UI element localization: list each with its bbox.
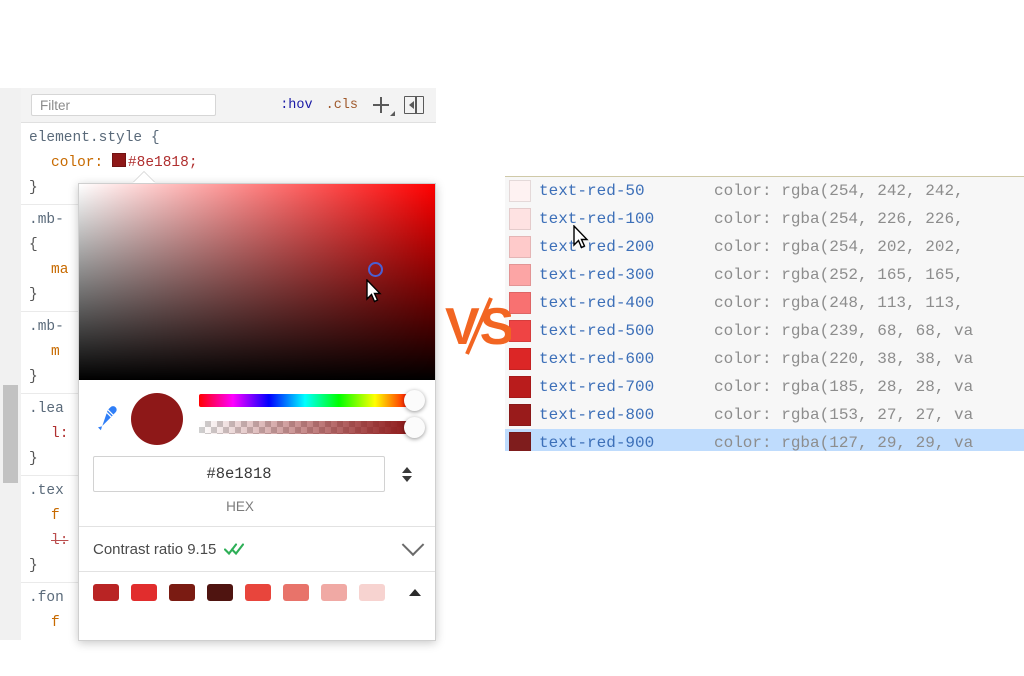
- filter-placeholder: Filter: [40, 98, 70, 113]
- mouse-cursor-icon-list: [573, 225, 590, 251]
- class-name: text-red-100: [539, 210, 714, 228]
- hue-slider[interactable]: [199, 392, 421, 408]
- vertical-scrollbar-thumb[interactable]: [3, 385, 18, 483]
- hue-slider-track[interactable]: [199, 394, 411, 407]
- class-color-swatch: [509, 432, 531, 451]
- class-declaration: color: rgba(254, 226, 226,: [714, 210, 964, 228]
- class-color-swatch: [509, 348, 531, 370]
- saturation-value-handle[interactable]: [368, 262, 383, 277]
- palette-swatch[interactable]: [245, 584, 271, 601]
- palette-swatch[interactable]: [359, 584, 385, 601]
- contrast-ratio-label: Contrast ratio 9.15: [93, 541, 216, 558]
- list-item-selected[interactable]: text-red-900 color: rgba(127, 29, 29, va: [505, 429, 1024, 451]
- alpha-slider[interactable]: [199, 419, 421, 435]
- class-declaration: color: rgba(185, 28, 28, va: [714, 378, 973, 396]
- hue-slider-knob[interactable]: [404, 390, 425, 411]
- mouse-cursor-icon: [366, 279, 383, 305]
- class-color-swatch: [509, 320, 531, 342]
- hex-input[interactable]: #8e1818: [93, 456, 385, 492]
- color-preview-swatch: [131, 393, 183, 445]
- palette-swatch[interactable]: [169, 584, 195, 601]
- declaration-color[interactable]: color: #8e1818;: [29, 151, 436, 176]
- class-name: text-red-700: [539, 378, 714, 396]
- palette-swatch[interactable]: [207, 584, 233, 601]
- list-item[interactable]: text-red-800 color: rgba(153, 27, 27, va: [505, 401, 1024, 429]
- styles-toolbar: Filter :hov .cls: [21, 88, 436, 123]
- list-item[interactable]: text-red-300 color: rgba(252, 165, 165,: [505, 261, 1024, 289]
- class-declaration: color: rgba(248, 113, 113,: [714, 294, 964, 312]
- class-declaration: color: rgba(239, 68, 68, va: [714, 322, 973, 340]
- filter-input[interactable]: Filter: [31, 94, 216, 116]
- picker-controls: [79, 380, 435, 450]
- chevron-down-icon[interactable]: [402, 533, 425, 556]
- sidebar-toggle-icon[interactable]: [404, 96, 424, 114]
- palette-swatch-row: [79, 572, 435, 601]
- class-name: text-red-800: [539, 406, 714, 424]
- vs-badge: VS: [443, 294, 511, 356]
- list-item[interactable]: text-red-500 color: rgba(239, 68, 68, va: [505, 317, 1024, 345]
- class-name: text-red-500: [539, 322, 714, 340]
- class-color-swatch: [509, 180, 531, 202]
- autocomplete-class-list[interactable]: text-red-50 color: rgba(254, 242, 242, t…: [505, 176, 1024, 451]
- class-color-swatch: [509, 292, 531, 314]
- color-picker-popup: #8e1818 HEX Contrast ratio 9.15: [78, 183, 436, 641]
- saturation-value-area[interactable]: [79, 184, 435, 380]
- class-declaration: color: rgba(252, 165, 165,: [714, 266, 964, 284]
- alpha-slider-knob[interactable]: [404, 417, 425, 438]
- palette-swatch[interactable]: [321, 584, 347, 601]
- class-declaration: color: rgba(254, 242, 242,: [714, 182, 964, 200]
- class-color-swatch: [509, 236, 531, 258]
- alpha-slider-track[interactable]: [199, 421, 411, 434]
- class-name: text-red-300: [539, 266, 714, 284]
- class-name: text-red-600: [539, 350, 714, 368]
- declaration-property: color:: [51, 155, 103, 171]
- color-format-label: HEX: [79, 492, 401, 526]
- caret-up-icon[interactable]: [409, 589, 421, 596]
- class-name: text-red-900: [539, 434, 714, 451]
- toggle-element-classes-button[interactable]: .cls: [326, 98, 358, 113]
- class-name: text-red-50: [539, 182, 714, 200]
- class-declaration: color: rgba(254, 202, 202,: [714, 238, 964, 256]
- declaration-value[interactable]: #8e1818;: [128, 155, 198, 171]
- spinner-down-icon[interactable]: [402, 476, 412, 482]
- palette-swatch[interactable]: [283, 584, 309, 601]
- class-name: text-red-400: [539, 294, 714, 312]
- palette-swatch[interactable]: [93, 584, 119, 601]
- panel-gutter: [0, 88, 22, 640]
- class-color-swatch: [509, 208, 531, 230]
- class-declaration: color: rgba(220, 38, 38, va: [714, 350, 973, 368]
- toggle-pseudo-states-button[interactable]: :hov: [280, 98, 312, 113]
- double-check-icon: [224, 542, 246, 556]
- list-item[interactable]: text-red-700 color: rgba(185, 28, 28, va: [505, 373, 1024, 401]
- class-color-swatch: [509, 264, 531, 286]
- color-swatch-icon[interactable]: [112, 153, 126, 167]
- hex-input-row: #8e1818: [79, 450, 435, 492]
- class-declaration: color: rgba(127, 29, 29, va: [714, 434, 973, 451]
- rule-selector: element.style {: [29, 126, 436, 151]
- spinner-up-icon[interactable]: [402, 467, 412, 473]
- color-picker-pointer: [133, 172, 155, 183]
- list-item[interactable]: text-red-600 color: rgba(220, 38, 38, va: [505, 345, 1024, 373]
- list-item[interactable]: text-red-400 color: rgba(248, 113, 113,: [505, 289, 1024, 317]
- class-color-swatch: [509, 404, 531, 426]
- new-style-rule-button[interactable]: [371, 95, 391, 115]
- class-declaration: color: rgba(153, 27, 27, va: [714, 406, 973, 424]
- contrast-ratio-row[interactable]: Contrast ratio 9.15: [79, 526, 435, 572]
- list-item[interactable]: text-red-50 color: rgba(254, 242, 242,: [505, 177, 1024, 205]
- palette-swatch[interactable]: [131, 584, 157, 601]
- color-format-spinner[interactable]: [393, 467, 421, 482]
- slider-group: [199, 392, 421, 446]
- class-name: text-red-200: [539, 238, 714, 256]
- class-color-swatch: [509, 376, 531, 398]
- eyedropper-icon[interactable]: [93, 404, 119, 434]
